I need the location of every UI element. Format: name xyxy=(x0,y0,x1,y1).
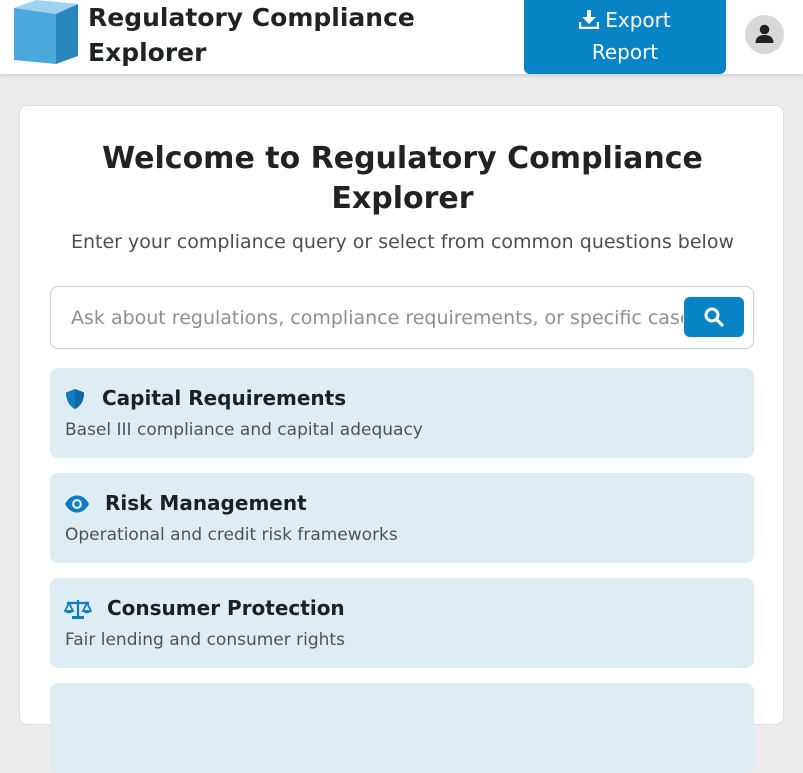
shield-icon xyxy=(66,389,84,409)
search-icon xyxy=(704,307,724,327)
topic-title: Consumer Protection xyxy=(107,596,345,620)
topic-title: Capital Requirements xyxy=(102,386,347,410)
search-button[interactable] xyxy=(684,297,744,337)
eye-icon xyxy=(65,495,89,513)
topic-description: Operational and credit risk frameworks xyxy=(65,525,398,545)
export-report-button[interactable]: Export Report xyxy=(524,0,726,74)
search-bar xyxy=(50,286,754,349)
welcome-subtitle: Enter your compliance query or select fr… xyxy=(71,231,734,253)
export-label-line1: Export xyxy=(605,8,671,32)
welcome-card: Welcome to Regulatory Compliance Explore… xyxy=(19,105,784,773)
app-header: Regulatory Compliance Explorer Export Re… xyxy=(0,0,803,74)
topic-title: Risk Management xyxy=(105,491,307,515)
topic-card-partial[interactable] xyxy=(50,683,754,773)
cube-logo xyxy=(14,0,78,64)
topic-card-capital-requirements[interactable]: Capital Requirements Basel III complianc… xyxy=(50,368,754,458)
download-icon xyxy=(579,7,600,37)
topic-description: Fair lending and consumer rights xyxy=(65,630,345,650)
user-avatar-button[interactable] xyxy=(745,15,784,54)
search-input[interactable] xyxy=(71,287,683,348)
balance-scale-icon xyxy=(64,600,92,619)
export-label-line2: Report xyxy=(591,40,659,64)
welcome-title: Welcome to Regulatory Compliance Explore… xyxy=(102,141,703,216)
app-title: Regulatory Compliance Explorer xyxy=(88,3,415,67)
user-icon xyxy=(755,24,774,43)
topic-description: Basel III compliance and capital adequac… xyxy=(65,420,423,440)
topic-card-risk-management[interactable]: Risk Management Operational and credit r… xyxy=(50,473,754,563)
topic-card-consumer-protection[interactable]: Consumer Protection Fair lending and con… xyxy=(50,578,754,668)
